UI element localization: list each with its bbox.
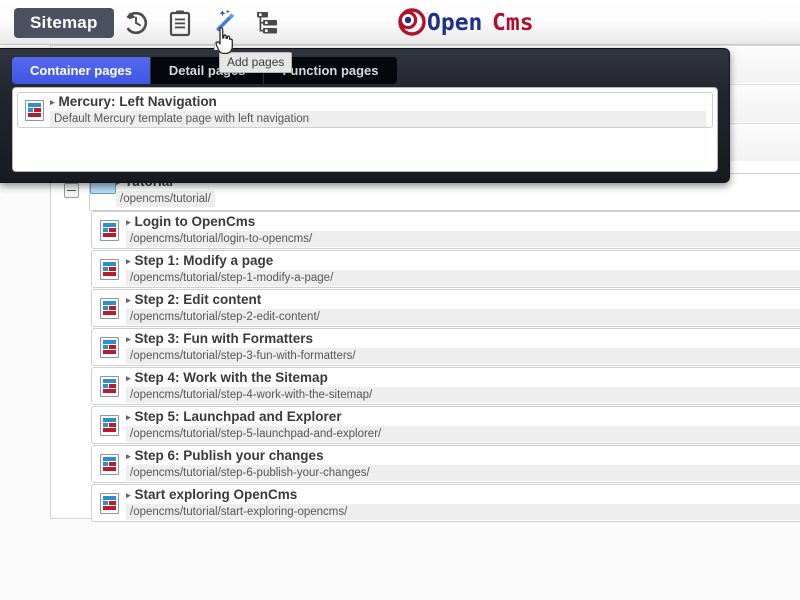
entry-icon: [92, 329, 126, 365]
chevron-right-icon[interactable]: ▸: [126, 449, 131, 464]
sitemap-tree-icon[interactable]: [246, 1, 290, 45]
chevron-right-icon[interactable]: ▸: [50, 95, 55, 110]
entry-icon: [92, 368, 126, 404]
sitemap-entry[interactable]: ▸ Start exploring OpenCms/opencms/tutoria…: [91, 484, 800, 522]
container-page-icon: [100, 220, 119, 241]
entry-icon: [18, 93, 50, 127]
entry-title: ▸ Start exploring OpenCms: [126, 487, 800, 503]
entry-title: ▸ Step 5: Launchpad and Explorer: [126, 409, 800, 425]
container-page-icon: [100, 493, 119, 514]
entry-path: /opencms/tutorial/step-2-edit-content/: [126, 309, 800, 325]
sitemap-entry[interactable]: ▸ Step 3: Fun with Formatters/opencms/tut…: [91, 328, 800, 366]
entry-icon: [92, 290, 126, 326]
entry-path: /opencms/tutorial/: [116, 191, 215, 207]
container-page-icon: [100, 259, 119, 280]
chevron-right-icon[interactable]: ▸: [126, 410, 131, 425]
entry-title-text: Mercury: Left Navigation: [59, 94, 217, 109]
clipboard-icon[interactable]: [158, 1, 202, 45]
entry-description: Default Mercury template page with left …: [50, 111, 706, 127]
entry-path: /opencms/tutorial/step-3-fun-with-format…: [126, 348, 800, 364]
entry-icon: [92, 212, 126, 248]
tooltip-add-pages: Add pages: [219, 52, 292, 73]
entry-path: /opencms/tutorial/step-6-publish-your-ch…: [126, 465, 800, 481]
entry-title-text: Step 6: Publish your changes: [135, 448, 324, 463]
entry-title-text: Start exploring OpenCms: [135, 487, 298, 502]
chevron-right-icon[interactable]: ▸: [126, 332, 131, 347]
container-page-icon: [100, 454, 119, 475]
entry-path: /opencms/tutorial/start-exploring-opencm…: [126, 504, 800, 520]
dialog-tab-0[interactable]: Container pages: [12, 57, 151, 84]
entry-title-text: Step 2: Edit content: [135, 292, 262, 307]
entry-title: ▸ Step 6: Publish your changes: [126, 448, 800, 464]
sitemap-entry[interactable]: ▸ Step 5: Launchpad and Explorer/opencms/…: [91, 406, 800, 444]
chevron-right-icon[interactable]: ▸: [126, 254, 131, 269]
chevron-right-icon[interactable]: ▸: [126, 488, 131, 503]
entry-path: /opencms/tutorial/step-5-launchpad-and-e…: [126, 426, 800, 442]
sitemap-entry[interactable]: ▸ Step 6: Publish your changes/opencms/tu…: [91, 445, 800, 483]
toolbar-button-group: Sitemap: [14, 0, 290, 45]
entry-icon: [92, 407, 126, 443]
sitemap-entry[interactable]: ▸ Step 1: Modify a page/opencms/tutorial/…: [91, 250, 800, 288]
entry-title-text: Step 4: Work with the Sitemap: [135, 370, 328, 385]
chevron-right-icon[interactable]: ▸: [126, 293, 131, 308]
svg-text:Cms: Cms: [492, 10, 534, 36]
entry-title-text: Step 5: Launchpad and Explorer: [135, 409, 342, 424]
magic-wand-add-pages-icon[interactable]: [202, 1, 246, 45]
sitemap-entry[interactable]: ▸ Step 4: Work with the Sitemap/opencms/t…: [91, 367, 800, 405]
add-pages-dialog: Container pagesDetail pagesFunction page…: [0, 48, 730, 183]
entry-title: ▸ Login to OpenCms: [126, 214, 800, 230]
svg-text:Open: Open: [427, 10, 482, 36]
entry-title-text: Step 1: Modify a page: [135, 253, 274, 268]
sitemap-entry[interactable]: ▸ Step 2: Edit content/opencms/tutorial/s…: [91, 289, 800, 327]
entry-title: ▸ Step 3: Fun with Formatters: [126, 331, 800, 347]
container-page-icon: [100, 298, 119, 319]
container-page-icon: [100, 376, 119, 397]
container-page-icon: [100, 415, 119, 436]
history-clock-icon[interactable]: [114, 1, 158, 45]
entry-title-text: Login to OpenCms: [135, 214, 256, 229]
root-collapse-toggle[interactable]: [64, 183, 79, 198]
dialog-result-item[interactable]: ▸ Mercury: Left Navigation Default Mercury…: [17, 92, 713, 128]
dialog-results-panel: ▸ Mercury: Left Navigation Default Mercury…: [12, 87, 718, 172]
entry-path: /opencms/tutorial/step-1-modify-a-page/: [126, 270, 800, 286]
entry-title: ▸ Step 4: Work with the Sitemap: [126, 370, 800, 386]
entry-path: /opencms/tutorial/login-to-opencms/: [126, 231, 800, 247]
entry-icon: [92, 251, 126, 287]
entry-icon: [92, 446, 126, 482]
container-page-icon: [25, 100, 44, 121]
entry-title: ▸ Step 1: Modify a page: [126, 253, 800, 269]
entry-title: ▸ Mercury: Left Navigation: [50, 94, 706, 110]
dialog-tab-bar: Container pagesDetail pagesFunction page…: [12, 57, 397, 84]
dialog-pointer-arrow: [214, 41, 232, 50]
opencms-logo: Open Cms: [396, 6, 576, 38]
container-page-icon: [100, 337, 119, 358]
entry-title: ▸ Step 2: Edit content: [126, 292, 800, 308]
entry-title-text: Step 3: Fun with Formatters: [135, 331, 314, 346]
chevron-right-icon[interactable]: ▸: [126, 371, 131, 386]
sitemap-entry[interactable]: ▸ Login to OpenCms/opencms/tutorial/login…: [91, 211, 800, 249]
top-toolbar: Sitemap: [0, 0, 800, 45]
entry-icon: [92, 485, 126, 521]
sitemap-children-list: ▸ Login to OpenCms/opencms/tutorial/login…: [91, 211, 800, 523]
chevron-right-icon[interactable]: ▸: [126, 215, 131, 230]
app-title-sitemap-button[interactable]: Sitemap: [14, 8, 114, 38]
entry-path: /opencms/tutorial/step-4-work-with-the-s…: [126, 387, 800, 403]
